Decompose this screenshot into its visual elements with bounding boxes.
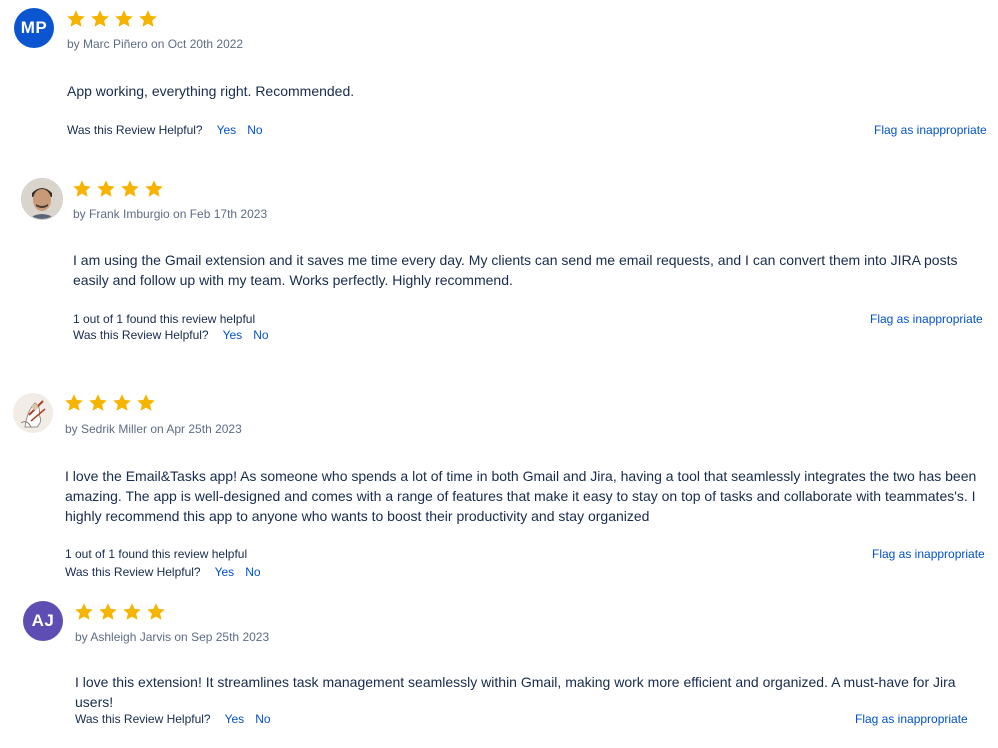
star-icon <box>136 393 156 413</box>
helpful-yes-link[interactable]: Yes <box>215 565 235 579</box>
avatar-drawing <box>13 393 53 433</box>
helpful-no-link[interactable]: No <box>253 328 268 342</box>
star-icon <box>88 393 108 413</box>
helpful-prompt: Was this Review Helpful? Yes No <box>73 328 269 342</box>
star-icon <box>90 9 110 29</box>
star-rating <box>74 602 166 622</box>
star-icon <box>74 602 94 622</box>
helpful-yes-link[interactable]: Yes <box>225 712 245 726</box>
star-icon <box>98 602 118 622</box>
star-rating <box>64 393 156 413</box>
found-helpful-count: 1 out of 1 found this review helpful <box>65 547 248 561</box>
helpful-question: Was this Review Helpful? <box>75 712 211 726</box>
review-text: I am using the Gmail extension and it sa… <box>73 252 958 288</box>
helpful-no-link[interactable]: No <box>247 123 262 137</box>
helpful-question: Was this Review Helpful? <box>73 328 209 342</box>
helpful-prompt: Was this Review Helpful? Yes No <box>75 712 271 726</box>
star-rating <box>66 9 158 29</box>
review-text: App working, everything right. Recommend… <box>67 83 355 99</box>
star-icon <box>114 9 134 29</box>
star-icon <box>112 393 132 413</box>
avatar <box>13 393 53 433</box>
review-text: I love the Email&Tasks app! As someone w… <box>65 468 977 524</box>
helpful-no-link[interactable]: No <box>245 565 260 579</box>
star-icon <box>144 179 164 199</box>
review-byline: by Sedrik Miller on Apr 25th 2023 <box>65 422 242 436</box>
star-icon <box>122 602 142 622</box>
avatar: AJ <box>23 601 63 641</box>
star-rating <box>72 179 164 199</box>
star-icon <box>72 179 92 199</box>
found-helpful-count: 1 out of 1 found this review helpful <box>73 312 256 326</box>
review-byline: by Frank Imburgio on Feb 17th 2023 <box>73 207 268 221</box>
flag-inappropriate-link[interactable]: Flag as inappropriate <box>855 712 968 726</box>
review-byline: by Ashleigh Jarvis on Sep 25th 2023 <box>75 630 270 644</box>
review-byline: by Marc Piñero on Oct 20th 2022 <box>67 37 244 51</box>
helpful-yes-link[interactable]: Yes <box>223 328 243 342</box>
review-text: I love this extension! It streamlines ta… <box>75 674 956 710</box>
helpful-question: Was this Review Helpful? <box>67 123 203 137</box>
flag-inappropriate-link[interactable]: Flag as inappropriate <box>872 547 985 561</box>
avatar <box>21 178 63 220</box>
helpful-prompt: Was this Review Helpful? Yes No <box>67 123 263 137</box>
star-icon <box>138 9 158 29</box>
star-icon <box>96 179 116 199</box>
flag-inappropriate-link[interactable]: Flag as inappropriate <box>874 123 987 137</box>
helpful-question: Was this Review Helpful? <box>65 565 201 579</box>
star-icon <box>64 393 84 413</box>
star-icon <box>120 179 140 199</box>
flag-inappropriate-link[interactable]: Flag as inappropriate <box>870 312 983 326</box>
helpful-prompt: Was this Review Helpful? Yes No <box>65 565 261 579</box>
avatar-photo <box>22 179 62 219</box>
helpful-yes-link[interactable]: Yes <box>217 123 237 137</box>
star-icon <box>146 602 166 622</box>
helpful-no-link[interactable]: No <box>255 712 270 726</box>
star-icon <box>66 9 86 29</box>
avatar: MP <box>14 8 54 48</box>
